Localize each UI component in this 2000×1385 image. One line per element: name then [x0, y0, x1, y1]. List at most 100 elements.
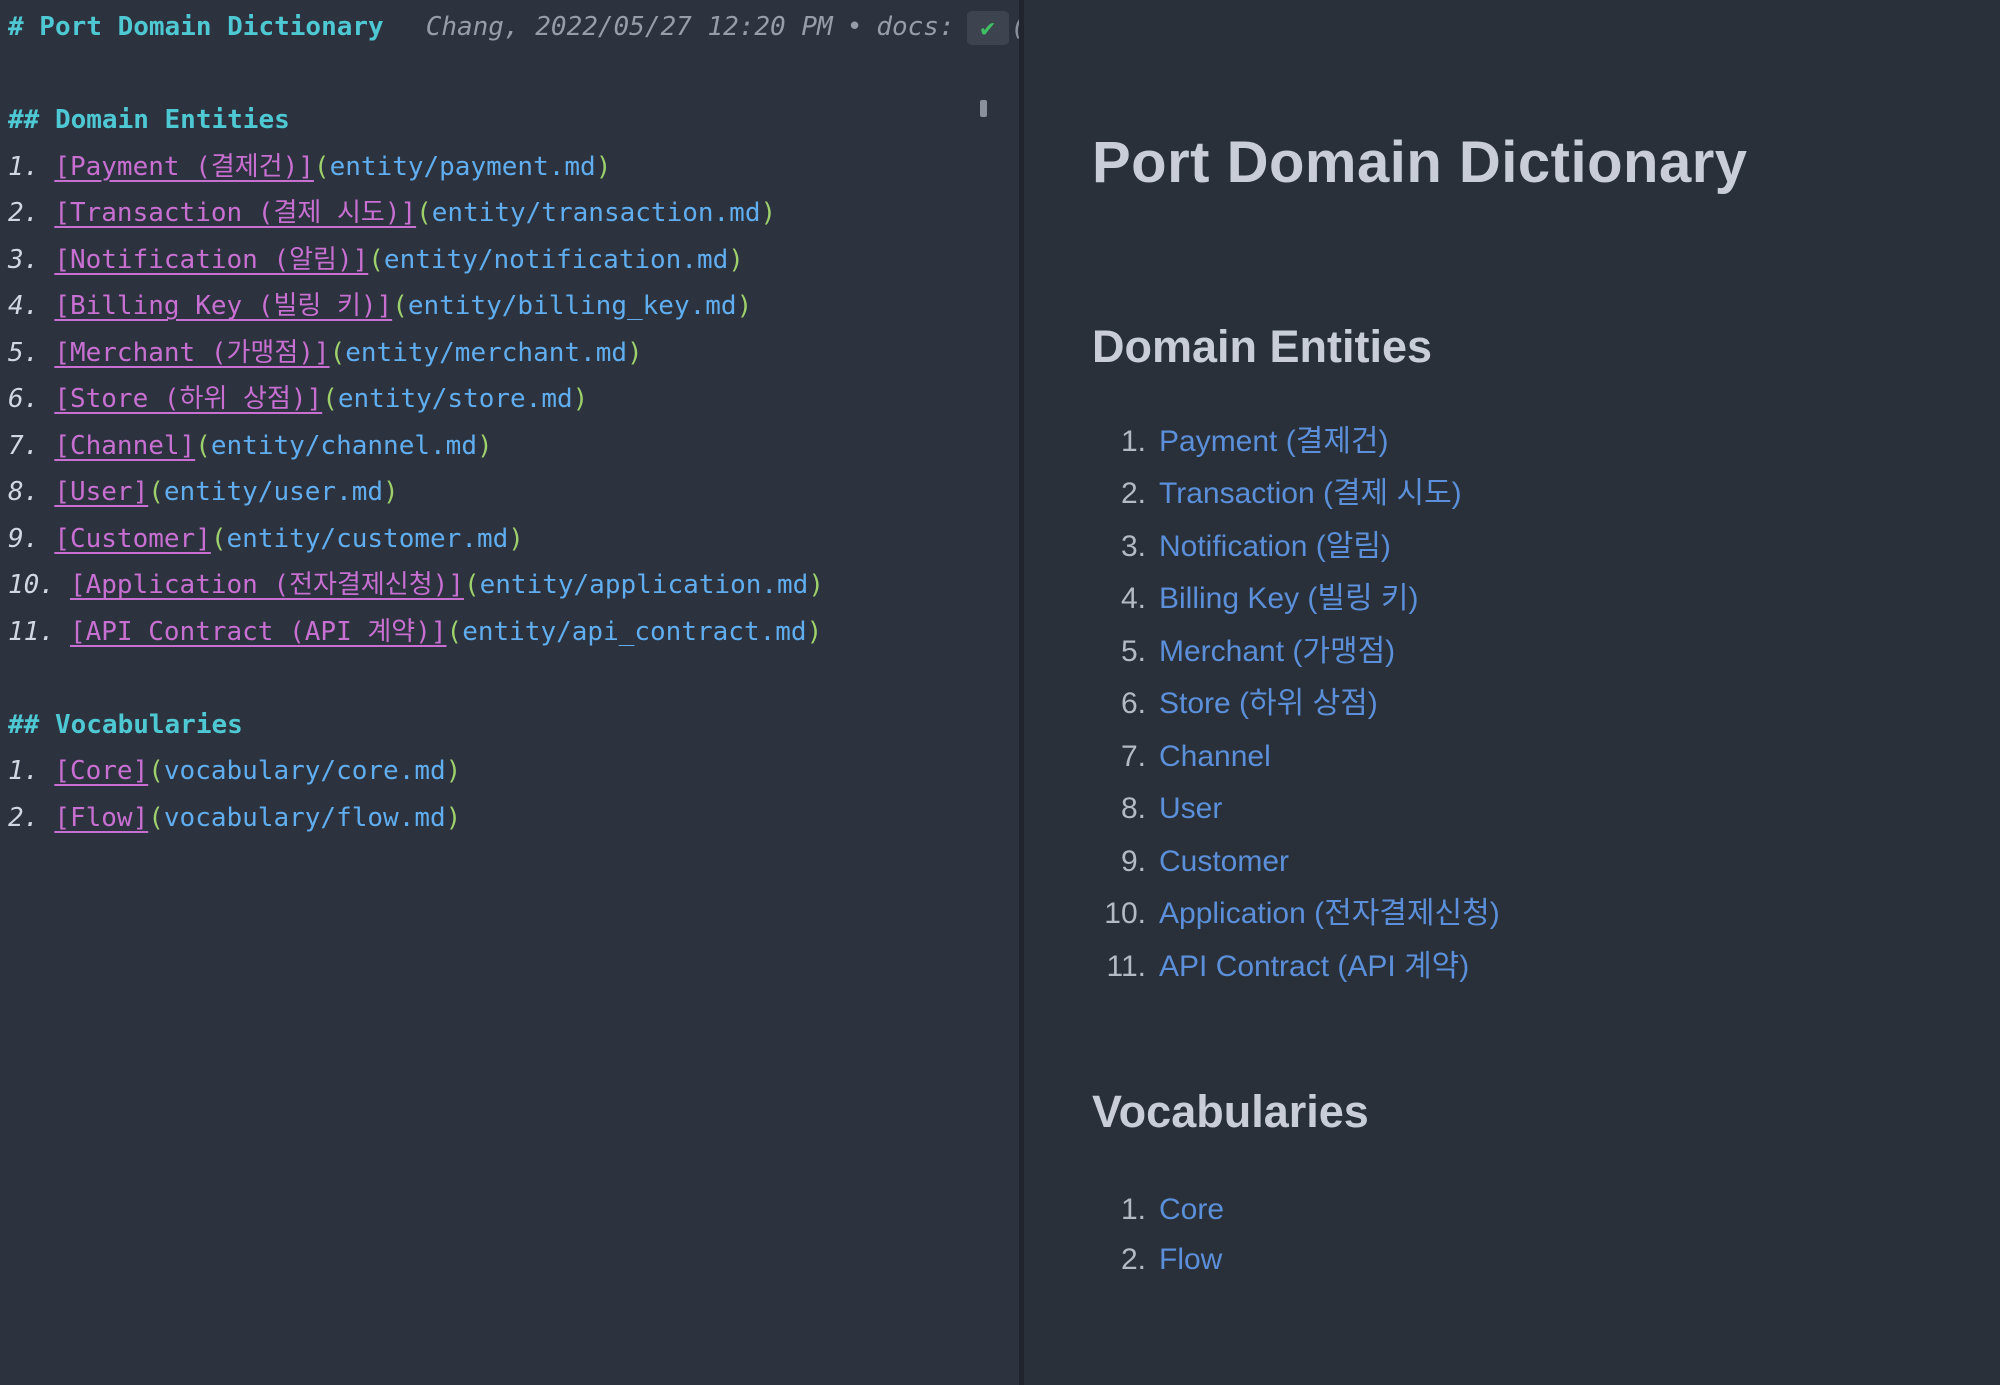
preview-link-application[interactable]: Application (전자결제신청)	[1159, 888, 1500, 941]
md-link-core[interactable]: [Core]	[54, 756, 148, 786]
preview-link-api-contract[interactable]: API Contract (API 계약)	[1159, 941, 1469, 994]
md-url[interactable]: entity/billing_key.md	[408, 291, 737, 321]
md-url[interactable]: entity/channel.md	[211, 431, 477, 461]
md-url[interactable]: entity/notification.md	[384, 245, 728, 275]
md-link-channel[interactable]: [Channel]	[54, 431, 195, 461]
preview-link-user[interactable]: User	[1159, 783, 1222, 836]
md-link-transaction[interactable]: [Transaction (결제 시도)]	[54, 198, 416, 228]
preview-link-customer[interactable]: Customer	[1159, 836, 1289, 889]
paren-open: (	[148, 802, 164, 833]
md-link-store[interactable]: [Store (하위 상점)]	[54, 384, 322, 414]
preview-link-flow[interactable]: Flow	[1159, 1235, 1222, 1285]
paren-close: )	[445, 802, 462, 833]
md-url[interactable]: entity/merchant.md	[345, 338, 627, 368]
md-url[interactable]: entity/transaction.md	[432, 198, 761, 228]
paren-close: )	[508, 523, 524, 554]
md-link-customer[interactable]: [Customer]	[54, 524, 211, 554]
source-list-item: 8. [User](entity/user.md)	[8, 469, 1019, 516]
md-link-application[interactable]: [Application (전자결제신청)]	[70, 570, 464, 600]
preview-link-payment[interactable]: Payment (결제건)	[1159, 416, 1389, 469]
paren-open: (	[313, 151, 330, 182]
paren-close: )	[476, 430, 493, 461]
paren-close: )	[445, 756, 462, 786]
md-url[interactable]: entity/user.md	[164, 477, 383, 507]
paren-close: )	[572, 384, 589, 414]
preview-link-store[interactable]: Store (하위 상점)	[1159, 678, 1378, 731]
md-url[interactable]: entity/application.md	[480, 570, 809, 600]
source-list-item: 9. [Customer](entity/customer.md)	[8, 516, 1019, 563]
paren-open: (	[446, 616, 463, 647]
source-list-item: 1. [Payment (결제건)](entity/payment.md)	[8, 144, 1019, 191]
list-number: 10.	[1104, 897, 1146, 931]
preview-link-billing-key[interactable]: Billing Key (빌링 키)	[1159, 573, 1419, 626]
source-h2-entities: ## Domain Entities	[8, 105, 290, 135]
preview-vocab-list: 1. Core 2. Flow	[1092, 1185, 2000, 1285]
list-number: 9.	[1120, 844, 1146, 878]
list-number: 1.	[1120, 424, 1146, 458]
source-list-item: 11. [API Contract (API 계약)](entity/api_co…	[8, 609, 1019, 656]
source-title-line: # Port Domain Dictionary Chang, 2022/05/2…	[8, 4, 1019, 51]
md-url[interactable]: vocabulary/flow.md	[164, 803, 446, 833]
list-item: 4. Billing Key (빌링 키)	[1092, 573, 2000, 626]
list-number: 5.	[1120, 634, 1146, 668]
md-link-payment[interactable]: [Payment (결제건)]	[54, 152, 314, 182]
list-item: 1. Payment (결제건)	[1092, 416, 2000, 469]
list-item: 5. Merchant (가맹점)	[1092, 626, 2000, 679]
scrollbar-thumb[interactable]	[980, 100, 987, 117]
md-link-api-contract[interactable]: [API Contract (API 계약)]	[70, 617, 447, 647]
md-link-merchant[interactable]: [Merchant (가맹점)]	[54, 338, 329, 368]
check-icon: ✔	[980, 13, 995, 42]
md-link-billing-key[interactable]: [Billing Key (빌링 키)]	[54, 291, 392, 321]
list-number: 9.	[8, 523, 40, 554]
list-item: 1. Core	[1092, 1185, 2000, 1235]
list-number: 3.	[1120, 529, 1146, 563]
markdown-editor-pane[interactable]: # Port Domain Dictionary Chang, 2022/05/2…	[0, 0, 1019, 1385]
md-url[interactable]: vocabulary/core.md	[164, 756, 446, 786]
md-link-flow[interactable]: [Flow]	[54, 803, 148, 833]
blame-check-badge[interactable]: ✔	[966, 10, 1009, 45]
paren-close: )	[728, 244, 744, 275]
preview-link-merchant[interactable]: Merchant (가맹점)	[1159, 626, 1395, 679]
blame-commit-message: docs:	[876, 12, 955, 42]
source-list-item: 6. [Store (하위 상점)](entity/store.md)	[8, 376, 1019, 423]
md-link-notification[interactable]: [Notification (알림)]	[54, 245, 368, 275]
list-number: 4.	[1120, 582, 1146, 616]
blame-truncated-text: (	[1011, 12, 1019, 42]
source-list-item: 2. [Transaction (결제 시도)](entity/transacti…	[8, 190, 1019, 237]
paren-close: )	[627, 337, 643, 368]
preview-title: Port Domain Dictionary	[1092, 130, 1748, 195]
preview-link-transaction[interactable]: Transaction (결제 시도)	[1159, 468, 1462, 521]
git-blame-annotation[interactable]: Chang, 2022/05/27 12:20 PM • docs: ✔ (	[425, 10, 1019, 45]
md-url[interactable]: entity/payment.md	[330, 152, 596, 182]
md-link-user[interactable]: [User]	[54, 477, 148, 507]
list-number: 8.	[1120, 792, 1146, 826]
md-url[interactable]: entity/store.md	[338, 384, 573, 414]
list-number: 7.	[8, 430, 40, 461]
list-item: 3. Notification (알림)	[1092, 521, 2000, 574]
source-list-item: 10. [Application (전자결제신청)](entity/applica…	[8, 562, 1019, 609]
paren-open: (	[329, 337, 346, 368]
preview-link-core[interactable]: Core	[1159, 1185, 1224, 1235]
paren-open: (	[148, 756, 164, 786]
paren-open: (	[322, 384, 338, 414]
markdown-preview-pane: Port Domain Dictionary Domain Entities 1…	[1024, 0, 2000, 1385]
source-list-item: 7. [Channel](entity/channel.md)	[8, 423, 1019, 470]
preview-heading-entities: Domain Entities	[1092, 320, 1433, 372]
source-list-item: 1. [Core](vocabulary/core.md)	[8, 748, 1019, 795]
preview-heading-vocabularies: Vocabularies	[1092, 1086, 1369, 1138]
list-item: 8. User	[1092, 783, 2000, 836]
list-number: 1.	[8, 756, 40, 786]
md-url[interactable]: entity/customer.md	[227, 524, 509, 554]
preview-link-notification[interactable]: Notification (알림)	[1159, 521, 1391, 574]
paren-close: )	[736, 291, 753, 321]
preview-link-channel[interactable]: Channel	[1159, 731, 1271, 784]
md-url[interactable]: entity/api_contract.md	[462, 617, 806, 647]
list-number: 10.	[8, 570, 55, 600]
list-number: 3.	[8, 244, 40, 275]
paren-open: (	[195, 430, 211, 461]
source-list-item: 2. [Flow](vocabulary/flow.md)	[8, 795, 1019, 842]
list-number: 2.	[1120, 1243, 1146, 1277]
paren-close: )	[806, 616, 823, 647]
blame-author-date: Chang, 2022/05/27 12:20 PM	[425, 12, 833, 42]
